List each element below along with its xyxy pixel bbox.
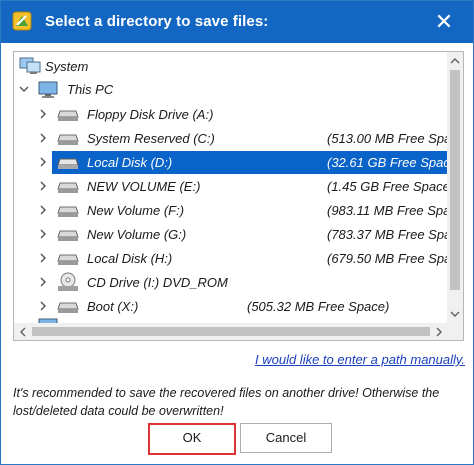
scrollbar-corner bbox=[447, 323, 463, 340]
cd-drive-icon bbox=[58, 272, 78, 291]
chevron-right-icon[interactable] bbox=[38, 205, 48, 215]
tree-item-drive-g[interactable]: New Volume (G:) (783.37 MB Free Space) bbox=[14, 223, 463, 246]
ok-button[interactable]: OK bbox=[148, 423, 236, 455]
save-directory-dialog: Select a directory to save files: ✕ Syst… bbox=[0, 0, 474, 465]
drive-icon bbox=[57, 134, 79, 145]
chevron-right-icon[interactable] bbox=[38, 157, 48, 167]
tree-item-label: This PC bbox=[67, 82, 114, 97]
tree-item-drive-h[interactable]: Local Disk (H:) (679.50 MB Free Space) bbox=[14, 247, 463, 270]
tree-item-drive-e[interactable]: NEW VOLUME (E:) (1.45 GB Free Space) bbox=[14, 175, 454, 198]
free-space: (505.32 MB Free Space) bbox=[247, 299, 390, 314]
computer-network-icon bbox=[19, 57, 41, 74]
drive-icon bbox=[57, 302, 79, 313]
tree-item-label: System bbox=[45, 59, 89, 74]
free-space: (783.37 MB Free Space) bbox=[327, 227, 464, 242]
chevron-right-icon[interactable] bbox=[38, 109, 48, 119]
tree-item-label: New Volume (F:) bbox=[87, 203, 185, 218]
scroll-up-icon[interactable] bbox=[450, 56, 460, 66]
cancel-button[interactable]: Cancel bbox=[240, 423, 332, 453]
chevron-right-icon[interactable] bbox=[38, 277, 48, 287]
enter-path-manually-link[interactable]: I would like to enter a path manually. bbox=[255, 352, 465, 367]
drive-icon bbox=[57, 158, 79, 169]
app-icon bbox=[12, 11, 32, 31]
tree-item-drive-a[interactable]: Floppy Disk Drive (A:) bbox=[14, 103, 447, 126]
chevron-right-icon[interactable] bbox=[38, 253, 48, 263]
tree-item-label: Floppy Disk Drive (A:) bbox=[87, 107, 214, 122]
scroll-down-icon[interactable] bbox=[450, 309, 460, 319]
scrollbar-thumb[interactable] bbox=[450, 70, 460, 290]
tree-item-system[interactable]: System bbox=[14, 55, 447, 78]
close-icon: ✕ bbox=[434, 9, 454, 34]
drive-icon bbox=[57, 254, 79, 265]
vertical-scrollbar[interactable] bbox=[447, 52, 463, 323]
scroll-right-icon[interactable] bbox=[434, 327, 444, 337]
chevron-down-icon[interactable] bbox=[19, 84, 29, 94]
close-button[interactable]: ✕ bbox=[424, 7, 464, 37]
chevron-right-icon[interactable] bbox=[38, 133, 48, 143]
free-space: (1.45 GB Free Space) bbox=[327, 179, 455, 194]
drive-icon bbox=[57, 206, 79, 217]
tree-item-label: New Volume (G:) bbox=[87, 227, 187, 242]
drive-icon bbox=[57, 110, 79, 121]
title-bar[interactable]: Select a directory to save files: ✕ bbox=[1, 1, 473, 43]
tree-item-drive-f[interactable]: New Volume (F:) (983.11 MB Free Space) bbox=[14, 199, 463, 222]
drive-icon bbox=[57, 230, 79, 241]
drive-icon bbox=[57, 182, 79, 193]
tree-item-label: CD Drive (I:) DVD_ROM bbox=[87, 275, 228, 290]
free-space: (513.00 MB Free Space) bbox=[327, 131, 464, 146]
chevron-right-icon[interactable] bbox=[38, 301, 48, 311]
directory-tree[interactable]: System This PC Floppy Disk Drive (A:) Sy… bbox=[13, 51, 464, 341]
dialog-title: Select a directory to save files: bbox=[45, 13, 269, 30]
computer-icon bbox=[38, 81, 58, 98]
tree-item-drive-c[interactable]: System Reserved (C:) (513.00 MB Free Spa… bbox=[14, 127, 463, 150]
tree-item-this-pc[interactable]: This PC bbox=[14, 78, 447, 101]
tree-item-drive-d[interactable]: Local Disk (D:) (32.61 GB Free Space) bbox=[14, 151, 461, 174]
chevron-right-icon[interactable] bbox=[38, 229, 48, 239]
tree-item-drive-i[interactable]: CD Drive (I:) DVD_ROM bbox=[14, 271, 447, 294]
tree-item-drive-x[interactable]: Boot (X:) (505.32 MB Free Space) bbox=[14, 295, 447, 318]
scrollbar-thumb[interactable] bbox=[32, 327, 430, 336]
recovery-warning-note: It's recommended to save the recovered f… bbox=[13, 386, 440, 418]
tree-item-label: Local Disk (D:) bbox=[87, 155, 173, 170]
tree-item-label: NEW VOLUME (E:) bbox=[87, 179, 201, 194]
free-space: (32.61 GB Free Space) bbox=[327, 155, 462, 170]
free-space: (983.11 MB Free Space) bbox=[327, 203, 464, 218]
scroll-left-icon[interactable] bbox=[18, 327, 28, 337]
tree-item-label: System Reserved (C:) bbox=[87, 131, 215, 146]
tree-item-label: Boot (X:) bbox=[87, 299, 139, 314]
chevron-right-icon[interactable] bbox=[38, 181, 48, 191]
free-space: (679.50 MB Free Space) bbox=[327, 251, 464, 266]
horizontal-scrollbar[interactable] bbox=[14, 323, 447, 340]
tree-item-label: Local Disk (H:) bbox=[87, 251, 173, 266]
